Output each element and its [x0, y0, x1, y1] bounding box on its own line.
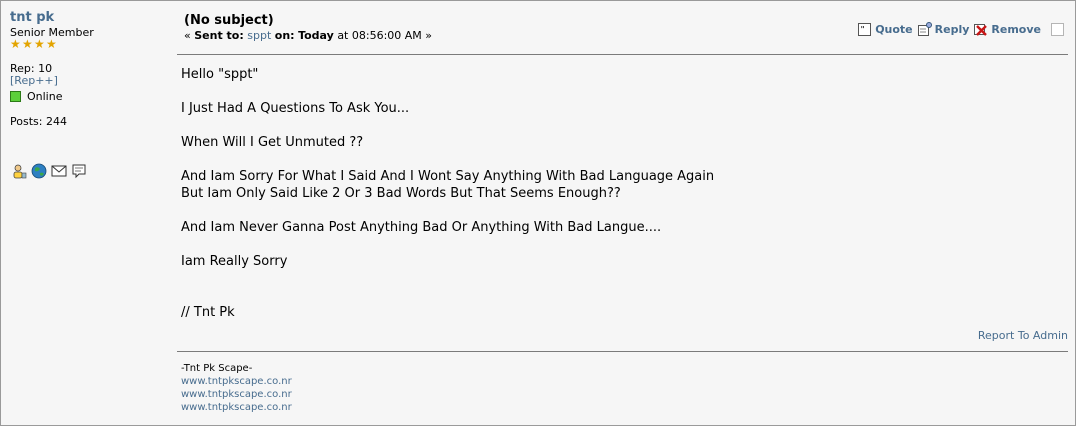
report-to-admin-link[interactable]: Report To Admin — [978, 329, 1068, 342]
star-icon: ★ — [10, 37, 21, 51]
header-divider — [177, 54, 1068, 55]
online-icon — [10, 91, 21, 102]
online-label: Online — [27, 90, 63, 103]
rank-stars: ★ ★ ★ ★ — [10, 38, 58, 50]
svg-text:": " — [861, 25, 865, 34]
message-actions: " Quote Reply Remove — [853, 22, 1064, 37]
message-line: I Just Had A Questions To Ask You... — [181, 101, 410, 116]
message-subject: (No subject) — [184, 13, 274, 28]
sent-suffix: » — [425, 29, 433, 42]
message-line — [181, 202, 714, 219]
website-icon[interactable] — [30, 162, 47, 179]
post-count: Posts: 244 — [10, 115, 67, 128]
message-line — [181, 117, 714, 134]
signature-link[interactable]: www.tntpkscape.co.nr — [181, 401, 292, 414]
message-line — [181, 83, 714, 100]
on-label: on: — [274, 29, 295, 42]
message-line: Hello "sppt" — [181, 67, 259, 82]
reply-button[interactable]: Reply — [917, 22, 970, 37]
message-line: And Iam Sorry For What I Said And I Wont… — [181, 169, 715, 184]
message-line: When Will I Get Unmuted ?? — [181, 135, 364, 150]
message-line: // Tnt Pk — [181, 305, 235, 320]
quote-icon: " — [858, 23, 872, 36]
signature-link[interactable]: www.tntpkscape.co.nr — [181, 375, 292, 388]
quote-button[interactable]: " Quote — [857, 22, 913, 37]
recipient-link[interactable]: sppt — [247, 29, 271, 42]
message-body: Hello "sppt" I Just Had A Questions To A… — [181, 66, 714, 321]
star-icon: ★ — [22, 37, 33, 51]
message-line: Iam Really Sorry — [181, 254, 288, 269]
remove-icon — [974, 24, 988, 36]
message-line — [181, 151, 714, 168]
reply-label: Reply — [934, 23, 970, 36]
message-panel: (No subject) « Sent to: sppt on: Today a… — [177, 1, 1068, 425]
sent-prefix: « — [184, 29, 191, 42]
star-icon: ★ — [46, 37, 57, 51]
star-icon: ★ — [34, 37, 45, 51]
rep-plus-link[interactable]: [Rep++] — [10, 74, 58, 87]
message-line — [181, 236, 714, 253]
remove-button[interactable]: Remove — [973, 22, 1041, 37]
poster-icons — [10, 162, 87, 179]
quote-label: Quote — [875, 23, 913, 36]
poster-name-link[interactable]: tnt pk — [10, 10, 54, 25]
signature: -Tnt Pk Scape- www.tntpkscape.co.nr www.… — [181, 362, 292, 414]
email-icon[interactable] — [50, 162, 67, 179]
select-checkbox[interactable] — [1051, 23, 1064, 36]
sent-time: 08:56:00 AM — [351, 29, 422, 42]
signature-title: -Tnt Pk Scape- — [181, 363, 253, 374]
sent-to-label: Sent to: — [194, 29, 244, 42]
online-status: Online — [10, 90, 62, 103]
at-label: at — [337, 29, 349, 42]
reply-icon — [917, 22, 932, 36]
sent-info: « Sent to: sppt on: Today at 08:56:00 AM… — [184, 29, 432, 42]
remove-label: Remove — [991, 23, 1041, 36]
poster-panel: tnt pk Senior Member ★ ★ ★ ★ Rep: 10 [Re… — [1, 1, 169, 425]
pm-frame: tnt pk Senior Member ★ ★ ★ ★ Rep: 10 [Re… — [0, 0, 1076, 426]
signature-divider — [177, 351, 1068, 352]
signature-link[interactable]: www.tntpkscape.co.nr — [181, 388, 292, 401]
message-line: And Iam Never Ganna Post Anything Bad Or… — [181, 220, 662, 235]
message-line — [181, 270, 714, 287]
message-line: But Iam Only Said Like 2 Or 3 Bad Words … — [181, 186, 621, 201]
profile-icon[interactable] — [10, 162, 27, 179]
pm-icon[interactable] — [70, 162, 87, 179]
message-line — [181, 287, 714, 304]
sent-day: Today — [298, 29, 334, 42]
